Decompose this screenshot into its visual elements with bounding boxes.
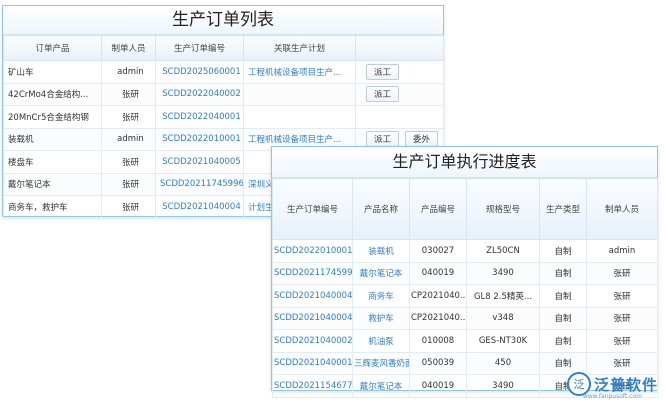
order-code-link[interactable]: SCDD2021040005: [155, 150, 244, 174]
cell-spec: GES-NT30K: [466, 329, 540, 353]
product-name-link[interactable]: 三辉麦风香奶面: [352, 351, 410, 375]
product-name-link[interactable]: 商务车: [352, 284, 410, 308]
cell-spec: 450: [466, 351, 540, 375]
table-row: SCDD2021174599​69 戴尔笔记本 040019 3490 自制 张…: [272, 261, 658, 285]
cell-creator: admin: [101, 127, 156, 151]
cell-spec: v348: [466, 306, 540, 330]
table-row: 20MnCr5合金结构钢 张研 SCDD2022040001: [3, 105, 444, 129]
cell-product: 装载机: [3, 127, 102, 151]
cell-production-type: 自制: [539, 306, 587, 330]
col-header-actions: [355, 35, 444, 61]
cell-creator: 张研: [586, 329, 658, 353]
order-code-link[interactable]: SCDD2022010001: [272, 239, 353, 263]
production-order-progress-panel: 生产订单执行进度表 生产订单编号 产品名称 产品编号 规格型号 生产类型 制单人…: [271, 146, 658, 398]
col-header-plan: 关联生产计划: [243, 35, 356, 61]
outsource-button[interactable]: 委外: [405, 131, 439, 148]
cell-production-type: 自制: [539, 284, 587, 308]
table-row: SCDD2021040002 机油泵 010008 GES-NT30K 自制 张…: [272, 329, 658, 353]
cell-product-code: CP2021040...: [409, 284, 467, 308]
brand-watermark-url: www.fanpusoft.com: [582, 393, 642, 400]
cell-creator: 张研: [101, 195, 156, 219]
col-header-order-code: 生产订单编号: [272, 178, 353, 240]
cell-product-code: 040019: [409, 261, 467, 285]
progress-table-header-row: 生产订单编号 产品名称 产品编号 规格型号 生产类型 制单人员: [272, 178, 658, 240]
cell-spec: ZL50CN: [466, 239, 540, 263]
progress-panel-title: 生产订单执行进度表: [272, 147, 657, 178]
list-table-header-row: 订单产品 制单人员 生产订单编号 关联生产计划: [3, 35, 444, 61]
dispatch-button[interactable]: 派工: [366, 63, 400, 80]
order-code-link[interactable]: SCDD2021174599​69: [272, 261, 353, 285]
order-code-link[interactable]: SCDD2021040004: [272, 284, 353, 308]
brand-watermark-text: 泛普软件: [593, 375, 658, 394]
cell-product-code: 040019: [409, 374, 467, 398]
cell-creator: 张研: [101, 105, 156, 129]
cell-production-type: 自制: [539, 329, 587, 353]
order-code-link[interactable]: SCDD2021040004: [272, 306, 353, 330]
cell-product-code: CP2021040...: [409, 306, 467, 330]
cell-creator: 张研: [586, 284, 658, 308]
cell-product-code: 010008: [409, 329, 467, 353]
cell-creator: 张研: [586, 261, 658, 285]
table-row: SCDD2021040004 商务车 CP2021040... GL8 2.5精…: [272, 284, 658, 308]
cell-actions: [355, 105, 444, 129]
cell-production-type: 自制: [539, 239, 587, 263]
cell-product-code: 030027: [409, 239, 467, 263]
cell-product-code: 050039: [409, 351, 467, 375]
order-code-link[interactable]: SCDD2022040002: [155, 82, 244, 106]
cell-product: 42CrMo4合金结构...: [3, 82, 102, 106]
col-header-order-code: 生产订单编号: [155, 35, 244, 61]
cell-product: 商务车，救护车: [3, 195, 102, 219]
cell-creator: 张研: [101, 172, 156, 196]
order-code-link[interactable]: SCDD2025060001: [155, 60, 244, 84]
product-name-link[interactable]: 机油泵: [352, 329, 410, 353]
cell-product: 戴尔笔记本: [3, 172, 102, 196]
production-order-progress-table: 生产订单编号 产品名称 产品编号 规格型号 生产类型 制单人员 SCDD2022…: [272, 178, 658, 398]
col-header-creator: 制单人员: [586, 178, 658, 240]
cell-spec: 3490: [466, 261, 540, 285]
cell-creator: 张研: [101, 150, 156, 174]
cell-creator: admin: [586, 239, 658, 263]
col-header-creator: 制单人员: [101, 35, 156, 61]
col-header-product-name: 产品名称: [352, 178, 410, 240]
cell-actions: 派工: [355, 60, 444, 84]
order-code-link[interactable]: SCDD2022010001: [155, 127, 244, 151]
cell-product: 矿山车: [3, 60, 102, 84]
order-code-link[interactable]: SCDD2021040004: [155, 195, 244, 219]
plan-link[interactable]: [243, 82, 356, 106]
col-header-product-code: 产品编号: [409, 178, 467, 240]
col-header-spec: 规格型号: [466, 178, 540, 240]
cell-product: 20MnCr5合金结构钢: [3, 105, 102, 129]
cell-creator: admin: [101, 60, 156, 84]
table-row: SCDD2021040004 救护车 CP2021040... v348 自制 …: [272, 306, 658, 330]
table-row: 矿山车 admin SCDD2025060001 工程机械设备项目生产... 派…: [3, 60, 444, 84]
cell-production-type: 自制: [539, 261, 587, 285]
dispatch-button[interactable]: 派工: [366, 131, 400, 148]
cell-spec: GL8 2.5精英...: [466, 284, 540, 308]
brand-watermark: 泛 泛普软件 www.fanpusoft.com: [566, 372, 658, 400]
order-code-link[interactable]: SCDD2021040002: [272, 329, 353, 353]
plan-link[interactable]: [243, 105, 356, 129]
order-code-link[interactable]: SCDD202117459969: [155, 172, 244, 196]
col-header-product: 订单产品: [3, 35, 102, 61]
product-name-link[interactable]: 装载机: [352, 239, 410, 263]
cell-creator: 张研: [101, 82, 156, 106]
col-header-production-type: 生产类型: [539, 178, 587, 240]
order-code-link[interactable]: SCDD2021040001: [272, 351, 353, 375]
cell-product: 楼盘车: [3, 150, 102, 174]
plan-link[interactable]: 工程机械设备项目生产...: [243, 60, 356, 84]
cell-creator: 张研: [586, 306, 658, 330]
order-code-link[interactable]: SCDD202115467707: [272, 374, 353, 398]
list-panel-title: 生产订单列表: [3, 6, 443, 35]
order-code-link[interactable]: SCDD2022040001: [155, 105, 244, 129]
product-name-link[interactable]: 救护车: [352, 306, 410, 330]
product-name-link[interactable]: 戴尔笔记本: [352, 374, 410, 398]
dispatch-button[interactable]: 派工: [366, 86, 400, 103]
product-name-link[interactable]: 戴尔笔记本: [352, 261, 410, 285]
cell-actions: 派工: [355, 82, 444, 106]
cell-spec: 3490: [466, 374, 540, 398]
table-row: SCDD2022010001 装载机 030027 ZL50CN 自制 admi…: [272, 239, 658, 263]
table-row: 42CrMo4合金结构... 张研 SCDD2022040002 派工: [3, 82, 444, 106]
